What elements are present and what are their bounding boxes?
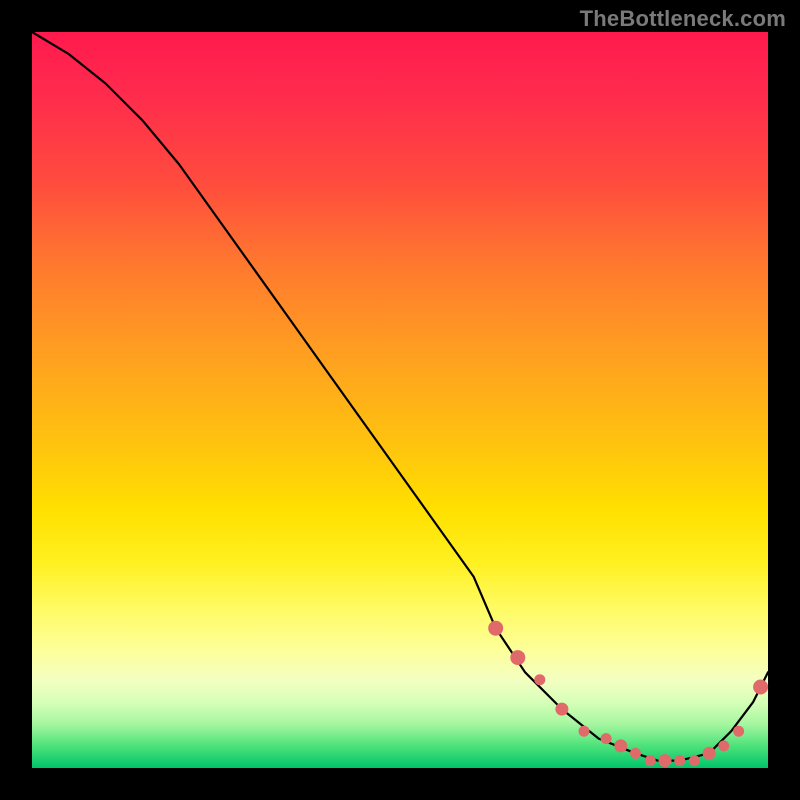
curve-overlay <box>32 32 768 768</box>
highlight-dot <box>489 621 503 635</box>
highlight-dot <box>689 756 699 766</box>
highlight-dot <box>631 748 641 758</box>
highlight-dots <box>489 621 768 766</box>
highlight-dot <box>579 726 589 736</box>
watermark-text: TheBottleneck.com <box>580 6 786 32</box>
highlight-dot <box>615 740 627 752</box>
plot-area <box>32 32 768 768</box>
highlight-dot <box>754 680 768 694</box>
highlight-dot <box>511 651 525 665</box>
highlight-dot <box>703 747 715 759</box>
highlight-dot <box>601 734 611 744</box>
highlight-dot <box>719 741 729 751</box>
highlight-dot <box>535 675 545 685</box>
highlight-dot <box>659 755 671 767</box>
highlight-dot <box>645 756 655 766</box>
highlight-dot <box>734 726 744 736</box>
highlight-dot <box>556 703 568 715</box>
chart-stage: TheBottleneck.com <box>0 0 800 800</box>
bottleneck-curve <box>32 32 768 761</box>
highlight-dot <box>675 756 685 766</box>
